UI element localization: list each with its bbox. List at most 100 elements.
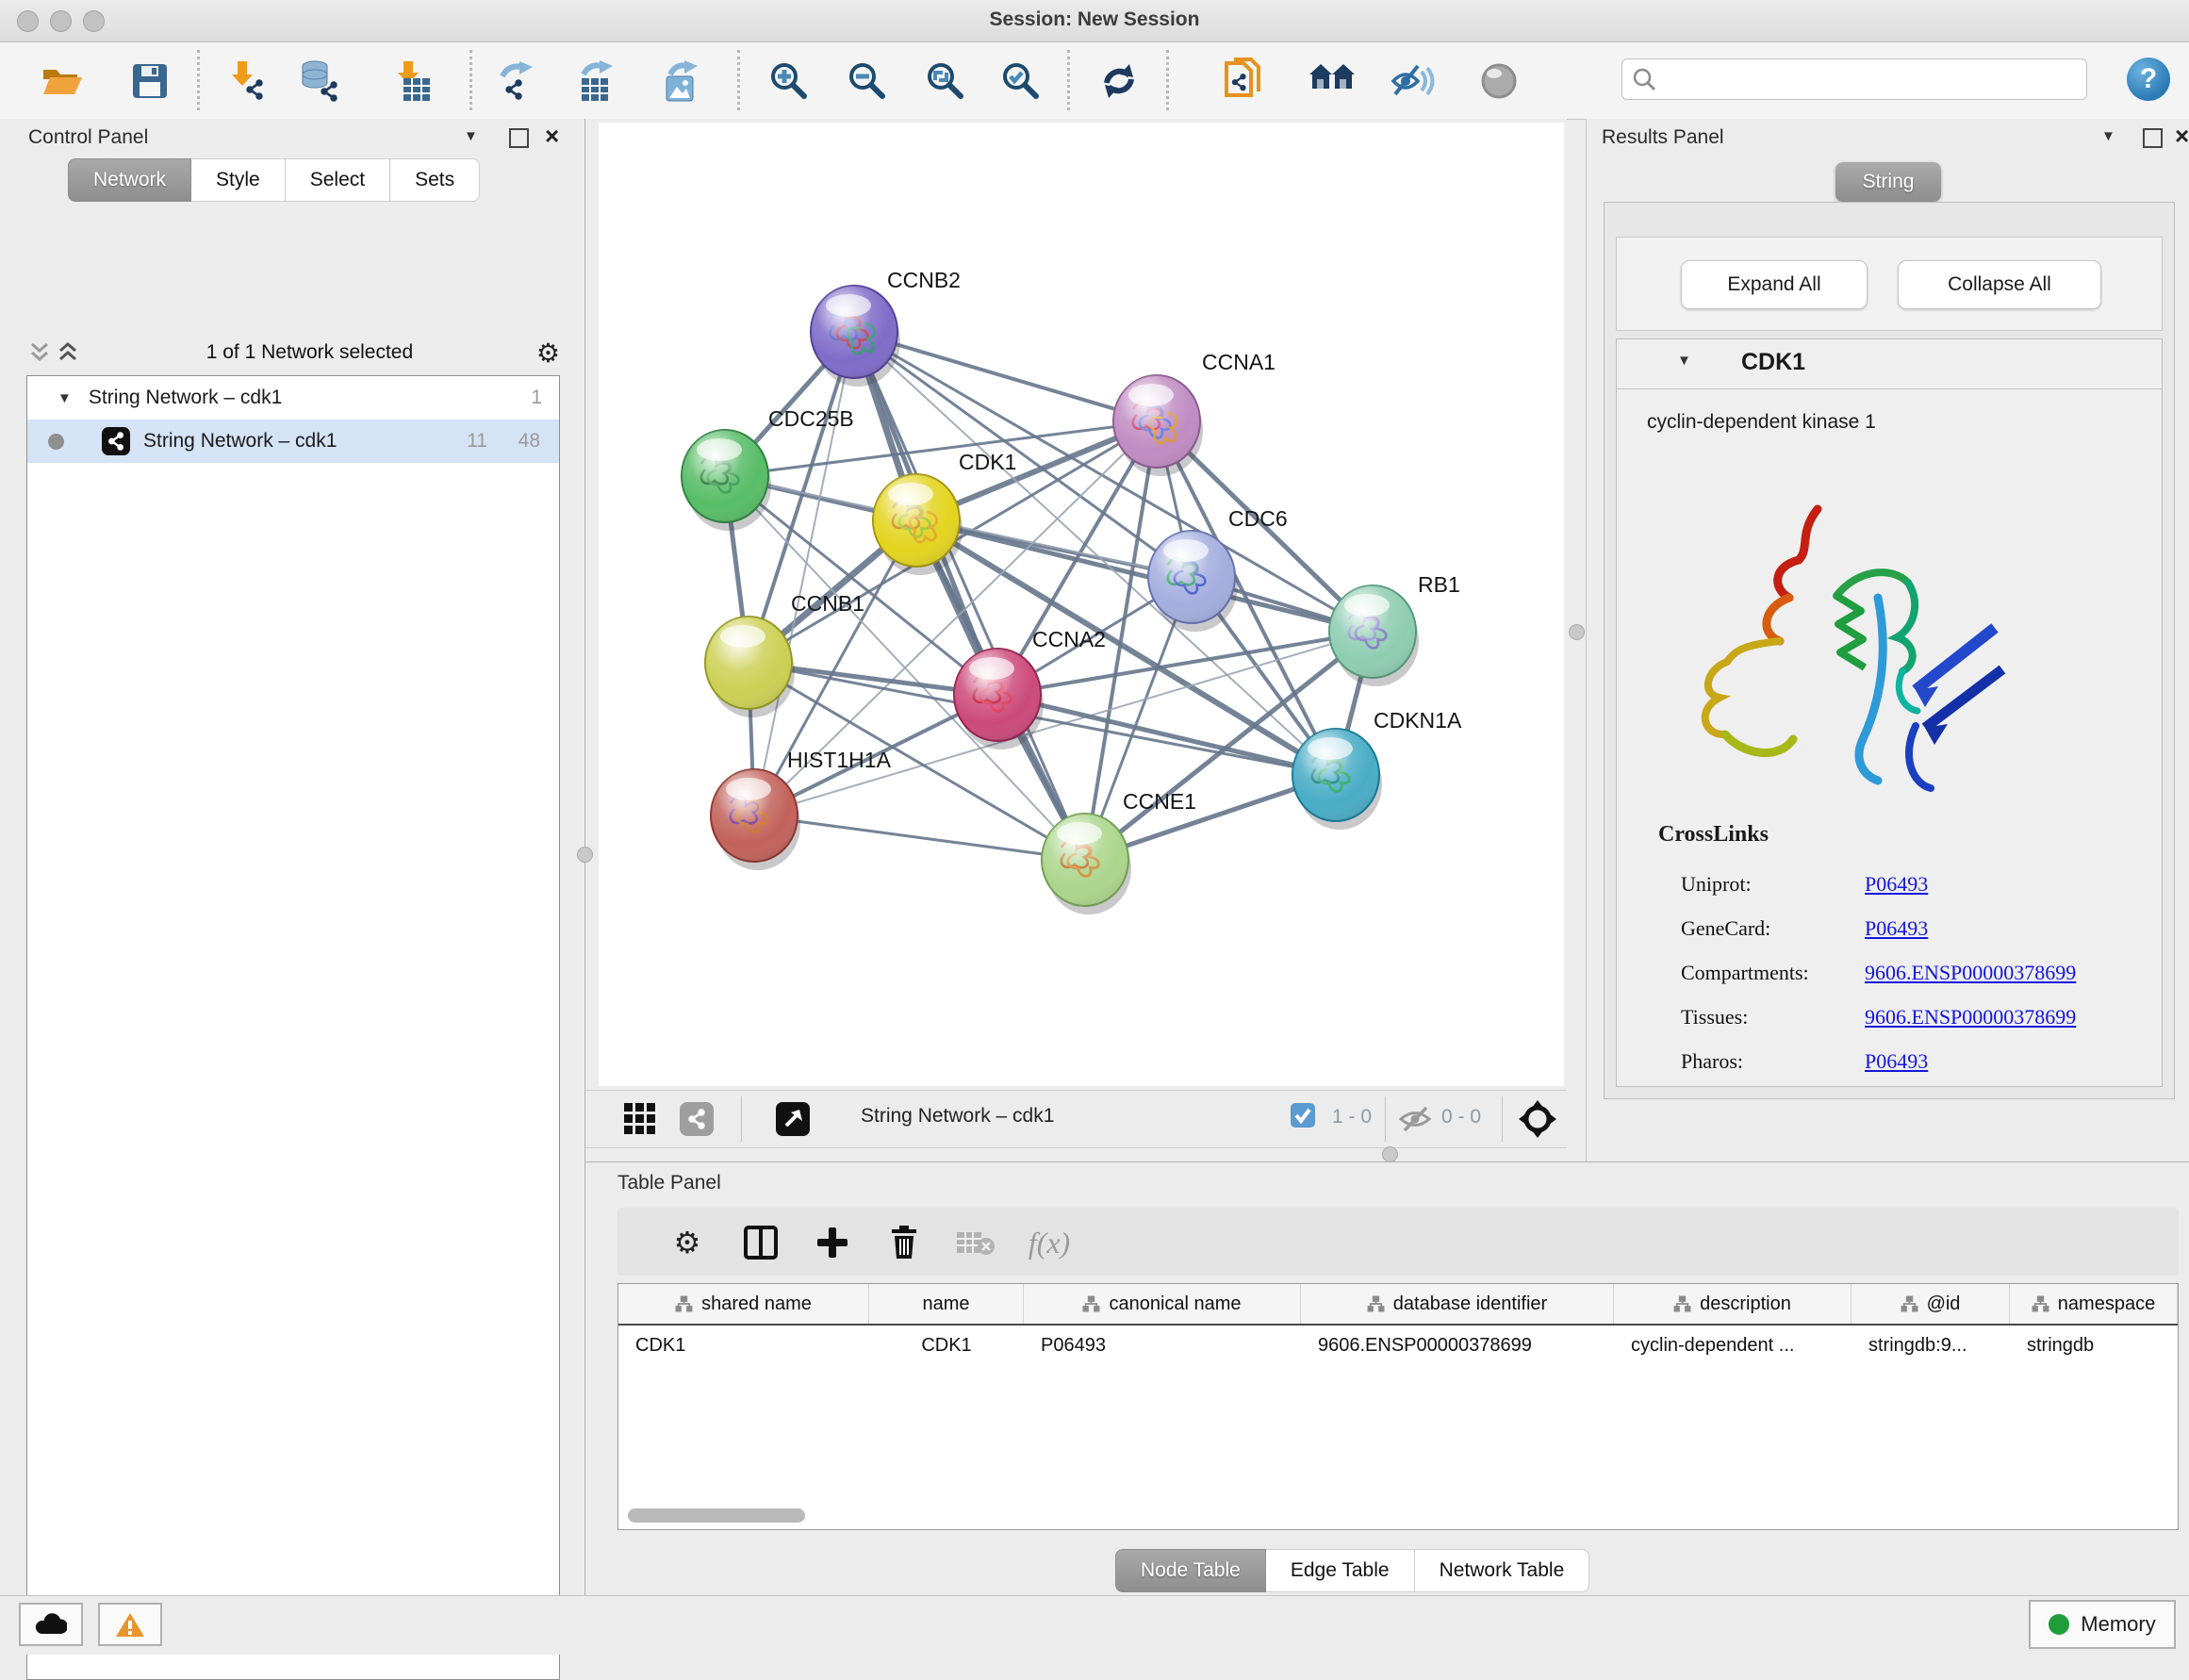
gene-collapse-icon[interactable]: ▼: [1677, 353, 1691, 369]
zoom-selected-icon[interactable]: [994, 54, 1048, 108]
search-field[interactable]: [1621, 58, 2087, 100]
table-cell[interactable]: cyclin-dependent ...: [1614, 1326, 1852, 1365]
column-header-description[interactable]: description: [1614, 1284, 1852, 1324]
control-panel: Control Panel ▼ × Network Style Select S…: [0, 119, 585, 1595]
results-panel-float-icon[interactable]: [2143, 128, 2163, 153]
crosslink-value-link[interactable]: P06493: [1865, 916, 1928, 941]
function-builder-icon[interactable]: f(x): [1025, 1221, 1074, 1264]
show-columns-icon[interactable]: [736, 1221, 785, 1264]
column-header-id[interactable]: @id: [1852, 1284, 2010, 1324]
export-network-icon[interactable]: [489, 54, 544, 108]
tab-sets[interactable]: Sets: [390, 158, 480, 202]
open-session-icon[interactable]: [35, 54, 90, 108]
cloud-status-button[interactable]: [19, 1603, 83, 1646]
tab-select[interactable]: Select: [286, 158, 390, 202]
network-node-CCNA1[interactable]: [1113, 375, 1203, 476]
control-panel-float-icon[interactable]: [509, 128, 529, 153]
refresh-icon[interactable]: [1092, 54, 1146, 108]
tab-style[interactable]: Style: [191, 158, 286, 202]
import-table-file-icon[interactable]: [386, 54, 440, 108]
export-image-icon[interactable]: [653, 54, 708, 108]
network-node-CDK1[interactable]: [873, 474, 963, 575]
control-panel-close-icon[interactable]: ×: [545, 126, 559, 145]
crosslink-value-link[interactable]: 9606.ENSP00000378699: [1865, 961, 2076, 985]
vertical-splitter-handle-left[interactable]: [577, 847, 593, 863]
column-header-namespace[interactable]: namespace: [2010, 1284, 2178, 1324]
import-network-file-icon[interactable]: [220, 54, 274, 108]
network-node-HIST1H1A[interactable]: [711, 769, 800, 870]
network-node-CCNB1[interactable]: [705, 617, 795, 717]
network-node-CCNE1[interactable]: [1042, 814, 1131, 914]
expand-all-button[interactable]: Expand All: [1681, 260, 1868, 309]
network-row-selected[interactable]: String Network – cdk1 11 48: [27, 420, 559, 463]
tab-string[interactable]: String: [1835, 162, 1941, 202]
export-table-icon[interactable]: [568, 54, 623, 108]
glass-sphere-icon[interactable]: [1472, 54, 1526, 108]
collapse-all-icon[interactable]: [26, 340, 55, 365]
network-edge-CDK1-RB1[interactable]: [916, 520, 1373, 632]
delete-column-trash-icon[interactable]: [880, 1221, 929, 1264]
zoom-fit-icon[interactable]: [918, 54, 973, 108]
network-edge-CCNB2-HIST1H1A[interactable]: [754, 332, 854, 815]
table-options-gear-icon[interactable]: ⚙: [663, 1221, 712, 1264]
vertical-splitter-handle[interactable]: [1569, 624, 1585, 640]
save-session-icon[interactable]: [123, 54, 177, 108]
network-options-gear-icon[interactable]: ⚙: [536, 338, 560, 369]
collection-expander-icon[interactable]: ▼: [58, 390, 72, 406]
gene-header[interactable]: ▼ CDK1: [1617, 339, 2162, 389]
network-node-RB1[interactable]: [1329, 585, 1419, 686]
search-input[interactable]: [1656, 68, 2056, 91]
string-view-icon[interactable]: [676, 1099, 717, 1139]
results-panel-close-icon[interactable]: ×: [2175, 126, 2189, 145]
zoom-out-icon[interactable]: [840, 54, 895, 108]
memory-button[interactable]: Memory: [2029, 1600, 2176, 1649]
crosslink-value-link[interactable]: 9606.ENSP00000378699: [1865, 1005, 2076, 1029]
collapse-all-button[interactable]: Collapse All: [1898, 260, 2101, 309]
string-home-icon[interactable]: [1305, 54, 1359, 108]
tab-network-table[interactable]: Network Table: [1415, 1549, 1590, 1592]
hide-graphics-eye-icon[interactable]: [1385, 54, 1440, 108]
table-cell[interactable]: stringdb:9...: [1852, 1326, 2010, 1365]
help-button[interactable]: ?: [2127, 58, 2170, 101]
table-row[interactable]: CDK1CDK1P064939606.ENSP00000378699cyclin…: [618, 1326, 2178, 1365]
control-panel-menu-icon[interactable]: ▼: [464, 128, 478, 144]
crosslinks-title: CrossLinks: [1658, 822, 1769, 848]
open-in-window-icon[interactable]: [772, 1099, 814, 1139]
network-node-CCNB2[interactable]: [811, 286, 900, 387]
tab-network[interactable]: Network: [68, 158, 191, 202]
import-network-database-icon[interactable]: [293, 54, 348, 108]
network-canvas[interactable]: CCNB2CCNA1CDC25BCDK1CDC6RB1CCNB1CCNA2CDK…: [599, 123, 1564, 1086]
network-node-CDC25B[interactable]: [682, 430, 771, 531]
network-edge-CCNB2-CCNE1[interactable]: [854, 332, 1085, 860]
table-cell[interactable]: CDK1: [869, 1326, 1024, 1365]
crosslink-value-link[interactable]: P06493: [1865, 1049, 1928, 1074]
column-header-sharedname[interactable]: shared name: [618, 1284, 869, 1324]
crosslink-value-link[interactable]: P06493: [1865, 872, 1928, 897]
network-edge-HIST1H1A-CCNE1[interactable]: [754, 815, 1085, 860]
network-collection-row[interactable]: ▼ String Network – cdk1 1: [27, 376, 559, 420]
selected-checkbox-icon[interactable]: [1291, 1103, 1315, 1128]
column-header-canonicalname[interactable]: canonical name: [1024, 1284, 1301, 1324]
tab-node-table[interactable]: Node Table: [1115, 1549, 1266, 1592]
collection-count: 1: [531, 387, 542, 409]
network-snapshot-icon[interactable]: [1217, 54, 1272, 108]
results-panel-menu-icon[interactable]: ▼: [2101, 128, 2115, 144]
table-cell[interactable]: 9606.ENSP00000378699: [1301, 1326, 1614, 1365]
table-cell[interactable]: CDK1: [618, 1326, 869, 1365]
table-cell[interactable]: P06493: [1024, 1326, 1301, 1365]
add-column-icon[interactable]: [808, 1221, 857, 1264]
horizontal-splitter-handle[interactable]: [1382, 1146, 1398, 1162]
network-node-CDC6[interactable]: [1148, 531, 1238, 632]
network-node-CDKN1A[interactable]: [1292, 729, 1382, 830]
birds-eye-target-icon[interactable]: [1517, 1099, 1558, 1139]
warning-status-button[interactable]: [98, 1603, 162, 1646]
tab-edge-table[interactable]: Edge Table: [1266, 1549, 1415, 1592]
column-header-name[interactable]: name: [869, 1284, 1024, 1324]
column-header-databaseidentifier[interactable]: database identifier: [1301, 1284, 1614, 1324]
grid-view-icon[interactable]: [619, 1099, 661, 1139]
horizontal-scrollbar[interactable]: [628, 1508, 805, 1523]
expand-all-icon[interactable]: [55, 340, 83, 365]
table-cell[interactable]: stringdb: [2010, 1326, 2178, 1365]
delete-table-icon[interactable]: [951, 1221, 1000, 1264]
zoom-in-icon[interactable]: [762, 54, 816, 108]
